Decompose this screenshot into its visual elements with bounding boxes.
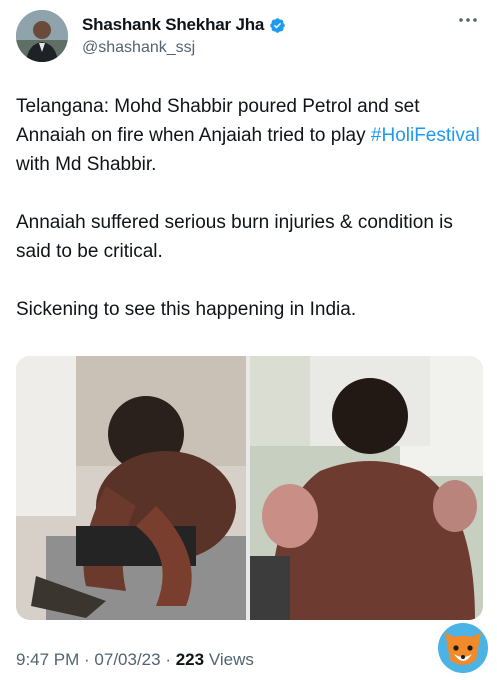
author-handle[interactable]: @shashank_ssj xyxy=(82,39,195,57)
tweet-time[interactable]: 9:47 PM xyxy=(16,650,79,669)
meta-separator: · xyxy=(160,650,176,669)
hashtag-link[interactable]: #HoliFestival xyxy=(371,125,480,146)
tweet-date[interactable]: 07/03/23 xyxy=(94,650,160,669)
media-photo-2[interactable] xyxy=(250,356,483,620)
meta-separator: · xyxy=(79,650,95,669)
tweet-media[interactable] xyxy=(16,356,483,620)
views-label: Views xyxy=(204,650,254,669)
fox-mascot-icon xyxy=(438,623,488,673)
tweet-text-part: Telangana: Mohd Shabbir poured Petrol an… xyxy=(16,96,424,146)
tweet-paragraph-1: Telangana: Mohd Shabbir poured Petrol an… xyxy=(16,92,484,179)
tweet-paragraph-3: Sickening to see this happening in India… xyxy=(16,299,357,320)
tweet-paragraph-2: Annaiah suffered serious burn injuries &… xyxy=(16,212,459,262)
author-display-name[interactable]: Shashank Shekhar Jha xyxy=(82,15,264,35)
more-dots-icon[interactable] xyxy=(457,12,479,28)
tweet-text: Telangana: Mohd Shabbir poured Petrol an… xyxy=(16,92,484,353)
author-name-row: Shashank Shekhar Jha xyxy=(82,15,286,35)
tweet-header: Shashank Shekhar Jha @shashank_ssj xyxy=(16,10,481,66)
views-count[interactable]: 223 xyxy=(176,650,204,669)
tweet-meta: 9:47 PM · 07/03/23 · 223 Views xyxy=(16,650,254,670)
media-photo-1[interactable] xyxy=(16,356,246,620)
profile-avatar[interactable] xyxy=(16,10,68,62)
verified-badge-icon xyxy=(270,17,285,33)
